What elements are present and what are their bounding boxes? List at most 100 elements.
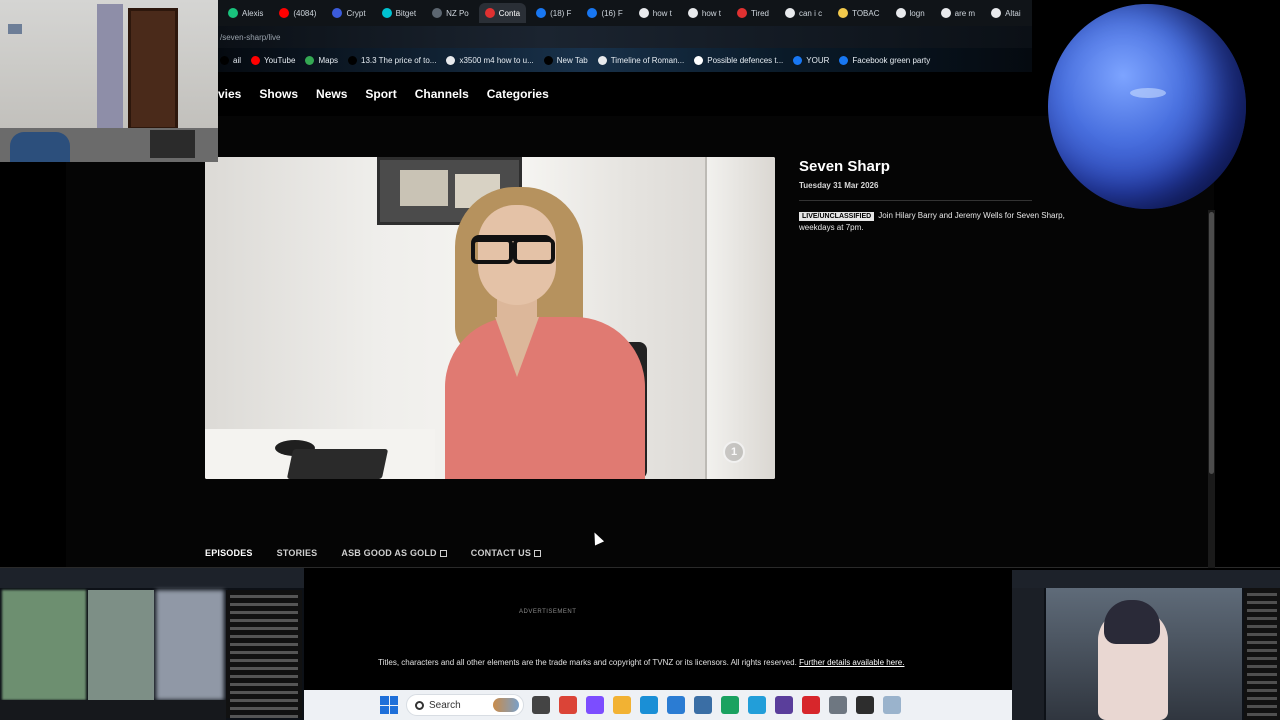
- bookmark-favicon-icon: [348, 55, 358, 65]
- webcam-scene-box: [150, 130, 195, 158]
- video-count-badge[interactable]: 1: [723, 441, 745, 463]
- page-tab-label: ASB GOOD AS GOLD: [341, 548, 437, 558]
- stream-preview-chat: [1244, 588, 1280, 720]
- bookmark-label: YOUR: [806, 55, 830, 65]
- tab-favicon-icon: [895, 8, 906, 18]
- page-tab[interactable]: ASB GOOD AS GOLD: [341, 548, 447, 558]
- browser-tab[interactable]: Alexis: [222, 3, 269, 23]
- browser-tab[interactable]: how t: [633, 3, 678, 23]
- settings-icon[interactable]: [829, 696, 847, 714]
- browser-tab[interactable]: logn: [890, 3, 931, 23]
- bookmark-label: Possible defences t...: [707, 55, 784, 65]
- page-tab[interactable]: CONTACT US: [471, 548, 542, 558]
- bookmark-item[interactable]: 13.3 The price of to...: [348, 55, 436, 65]
- bookmark-item[interactable]: New Tab: [543, 55, 588, 65]
- store-icon[interactable]: [694, 696, 712, 714]
- bookmark-label: x3500 m4 how to u...: [459, 55, 534, 65]
- browser-tab-label: (16) F: [601, 8, 623, 18]
- stream-preview-strip: [0, 700, 226, 720]
- planet-overlay-image: [1048, 4, 1246, 209]
- app-dark-icon[interactable]: [856, 696, 874, 714]
- browser-tab-label: how t: [701, 8, 722, 18]
- stream-preview-right: [1012, 570, 1280, 720]
- browser-tab[interactable]: Bitget: [376, 3, 422, 23]
- chrome-icon[interactable]: [559, 696, 577, 714]
- browser-tab[interactable]: how t: [682, 3, 727, 23]
- browser-tab[interactable]: (18) F: [530, 3, 577, 23]
- bookmark-item[interactable]: YouTube: [251, 55, 296, 65]
- tab-favicon-icon: [784, 8, 795, 18]
- further-details-link[interactable]: Further details available here.: [799, 658, 904, 667]
- site-nav-item[interactable]: Channels: [415, 87, 469, 101]
- webcam-scene-door: [128, 8, 178, 130]
- site-nav-item[interactable]: Sport: [365, 87, 396, 101]
- webcam-scene-lamp: [8, 24, 22, 34]
- browser-tab[interactable]: Tired: [731, 3, 775, 23]
- bookmark-item[interactable]: Maps: [305, 55, 338, 65]
- terminal-icon[interactable]: [721, 696, 739, 714]
- new-tab-button[interactable]: +: [1031, 6, 1032, 20]
- site-nav: vies Shows News Sport Channels Categories: [218, 72, 1032, 116]
- address-bar[interactable]: /seven-sharp/live: [218, 26, 1032, 48]
- site-nav-item[interactable]: vies: [218, 87, 241, 101]
- obs-icon[interactable]: [775, 696, 793, 714]
- windows-start-icon[interactable]: [380, 696, 398, 714]
- site-nav-item[interactable]: Categories: [487, 87, 549, 101]
- page-tab[interactable]: STORIES: [277, 548, 318, 558]
- acrobat-icon[interactable]: [802, 696, 820, 714]
- video-scene-presenter-glasses: [471, 235, 555, 264]
- site-nav-item[interactable]: News: [316, 87, 347, 101]
- copyright-text: Titles, characters and all other element…: [378, 658, 797, 667]
- taskbar-search[interactable]: Search: [406, 694, 524, 716]
- browser-tab[interactable]: NZ Po: [426, 3, 475, 23]
- bookmark-item[interactable]: x3500 m4 how to u...: [446, 55, 534, 65]
- tab-favicon-icon: [737, 8, 748, 18]
- browser-tab[interactable]: (16) F: [581, 3, 628, 23]
- bookmark-label: Timeline of Roman...: [610, 55, 685, 65]
- video-scene-presenter-top: [445, 317, 645, 479]
- page-tabs: EPISODES STORIES ASB GOOD AS GOLD CONTACT U…: [205, 548, 542, 558]
- browser-tab-bar: Alexis (4084) Crypt Bitget NZ Po Conta (18) F (…: [218, 0, 1032, 26]
- edge-icon[interactable]: [640, 696, 658, 714]
- show-description-block: LIVE/UNCLASSIFIED Join Hilary Barry and J…: [799, 210, 1069, 233]
- video-player[interactable]: 1: [205, 157, 775, 479]
- bookmark-item[interactable]: YOUR: [793, 55, 830, 65]
- tab-favicon-icon: [332, 8, 343, 18]
- browser-tab[interactable]: Altai: [985, 3, 1027, 23]
- bookmark-favicon-icon: [220, 55, 229, 65]
- bookmark-item[interactable]: Timeline of Roman...: [597, 55, 685, 65]
- tab-favicon-icon: [279, 8, 290, 18]
- bookmark-item[interactable]: Facebook green party: [839, 55, 930, 65]
- browser-tab[interactable]: are m: [935, 3, 981, 23]
- bookmark-label: YouTube: [264, 55, 296, 65]
- browser-tab[interactable]: can i c: [779, 3, 828, 23]
- stream-preview-toolbar: [1012, 570, 1280, 588]
- page-scrollbar-thumb[interactable]: [1209, 212, 1214, 474]
- external-link-icon: [534, 549, 542, 557]
- copilot-icon[interactable]: [586, 696, 604, 714]
- tab-favicon-icon: [587, 8, 598, 18]
- telegram-icon[interactable]: [748, 696, 766, 714]
- browser-tab[interactable]: (4084): [273, 3, 322, 23]
- browser-tab-label: (4084): [293, 8, 317, 18]
- bookmark-favicon-icon: [793, 55, 803, 65]
- stream-preview-pane: [156, 590, 224, 700]
- bookmark-item[interactable]: Possible defences t...: [694, 55, 784, 65]
- browser-tab-label: Alexis: [242, 8, 264, 18]
- browser-tab[interactable]: Conta: [478, 3, 527, 23]
- browser-tab[interactable]: TOBAC: [832, 3, 885, 23]
- bookmark-favicon-icon: [694, 55, 704, 65]
- file-explorer-icon[interactable]: [613, 696, 631, 714]
- video-scene-door: [705, 157, 775, 479]
- bookmark-item[interactable]: ail: [220, 55, 241, 65]
- stream-preview-left: [0, 568, 304, 720]
- url-text[interactable]: /seven-sharp/live: [220, 33, 280, 42]
- browser-tab[interactable]: Crypt: [326, 3, 371, 23]
- app-light-icon[interactable]: [883, 696, 901, 714]
- tab-favicon-icon: [536, 8, 547, 18]
- page-tab[interactable]: EPISODES: [205, 548, 253, 558]
- task-view-icon[interactable]: [532, 696, 550, 714]
- page-tab-label: EPISODES: [205, 548, 253, 558]
- weather-icon[interactable]: [667, 696, 685, 714]
- site-nav-item[interactable]: Shows: [259, 87, 298, 101]
